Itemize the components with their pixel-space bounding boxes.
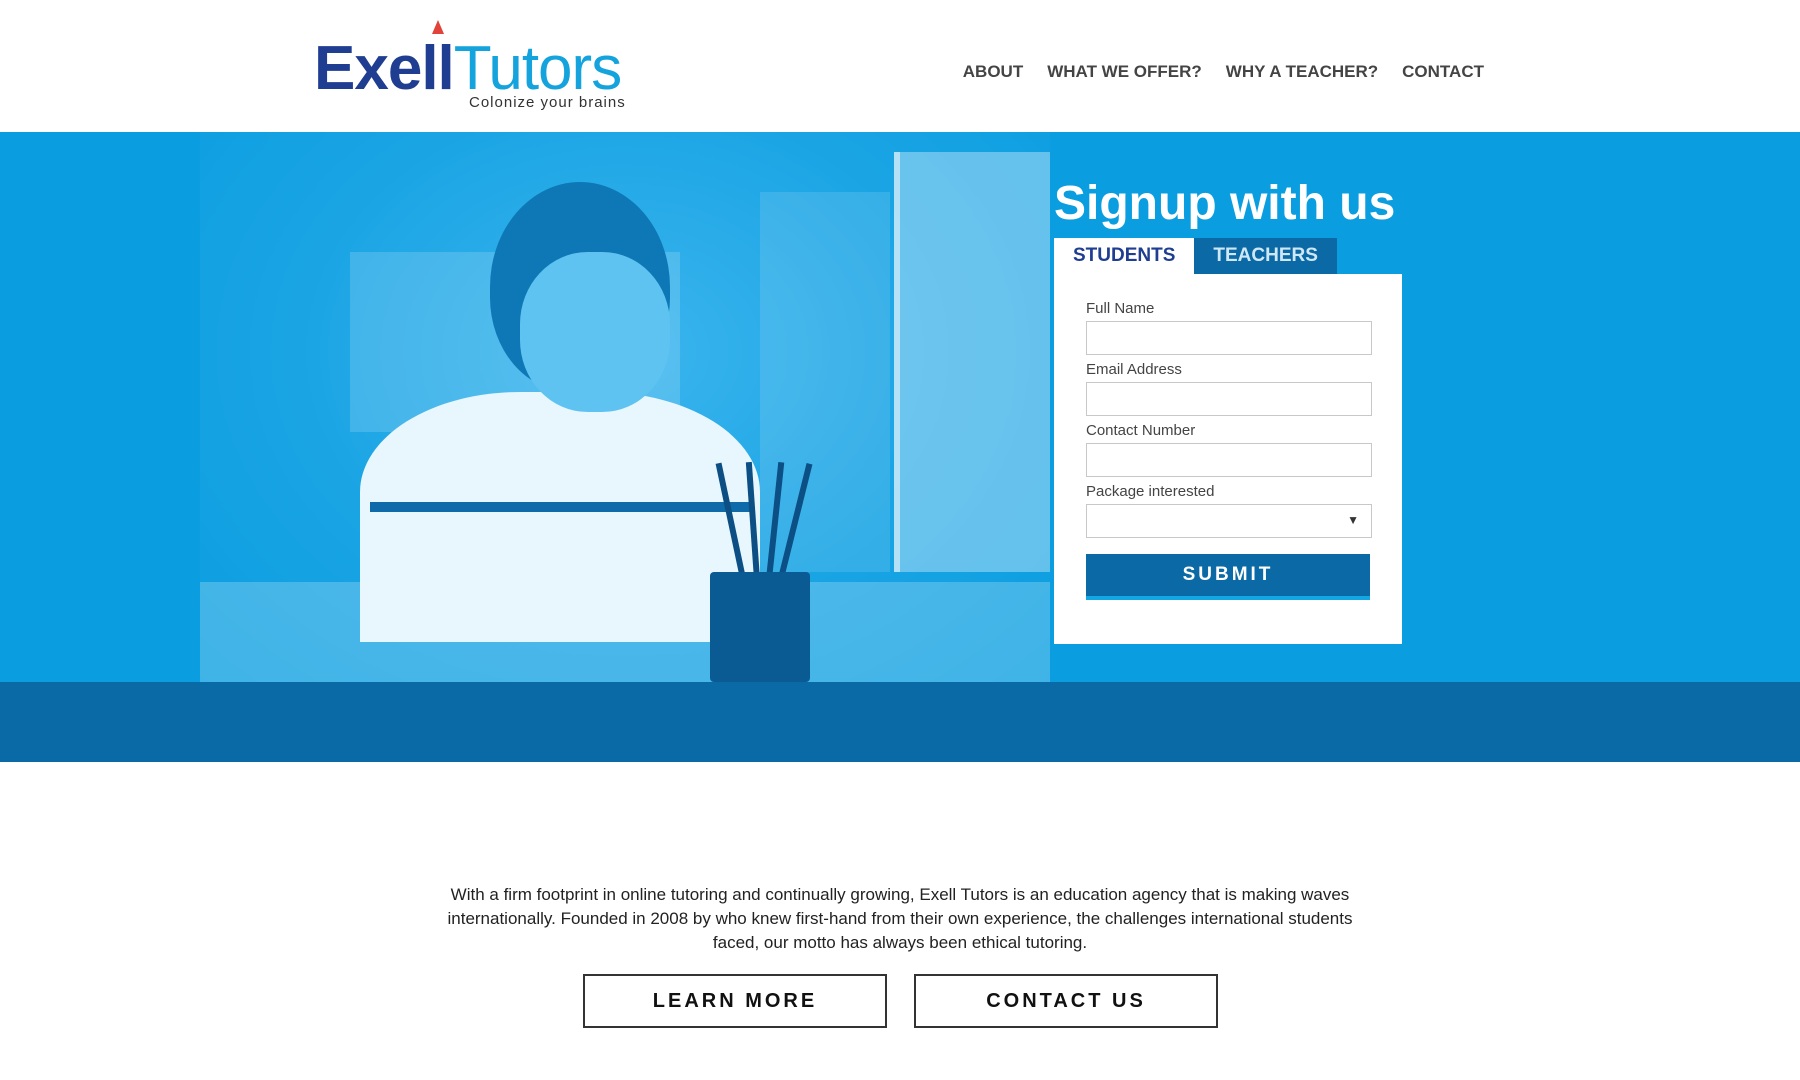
signup-title: Signup with us <box>1054 177 1396 230</box>
signup-tabs: STUDENTS TEACHERS <box>1054 238 1337 274</box>
logo-word-exell: Exell <box>314 34 455 103</box>
submit-button[interactable]: SUBMIT <box>1086 554 1370 600</box>
email-label: Email Address <box>1086 361 1182 378</box>
package-label: Package interested <box>1086 483 1215 500</box>
package-field-group: Package interested ▼ <box>1086 483 1372 538</box>
logo-wordmark: ExellTutors <box>314 34 622 103</box>
full-name-input[interactable] <box>1086 321 1372 355</box>
learn-more-button[interactable]: LEARN MORE <box>583 974 887 1028</box>
nav-about[interactable]: ABOUT <box>963 62 1023 82</box>
email-input[interactable] <box>1086 382 1372 416</box>
pencil-icon <box>432 20 444 34</box>
hero-bottom-band <box>0 682 1800 762</box>
contact-number-field-group: Contact Number <box>1086 422 1372 477</box>
tab-teachers[interactable]: TEACHERS <box>1194 238 1337 274</box>
logo-word-tutors: Tutors <box>453 34 622 103</box>
full-name-label: Full Name <box>1086 300 1155 317</box>
hero-image <box>200 132 1050 682</box>
about-text: With a firm footprint in online tutoring… <box>447 885 1353 952</box>
package-select[interactable]: ▼ <box>1086 504 1372 538</box>
contact-us-button[interactable]: CONTACT US <box>914 974 1218 1028</box>
nav-contact[interactable]: CONTACT <box>1402 62 1484 82</box>
nav-what-we-offer[interactable]: WHAT WE OFFER? <box>1047 62 1202 82</box>
contact-number-label: Contact Number <box>1086 422 1196 439</box>
email-field-group: Email Address <box>1086 361 1372 416</box>
dropdown-arrow-icon: ▼ <box>1347 513 1359 527</box>
hero-section: Signup with us STUDENTS TEACHERS Full Na… <box>0 132 1800 682</box>
nav-why-a-teacher[interactable]: WHY A TEACHER? <box>1226 62 1378 82</box>
logo-tagline: Colonize your brains <box>469 94 626 111</box>
site-header: ExellTutors Colonize your brains ABOUT W… <box>0 0 1800 132</box>
full-name-field-group: Full Name <box>1086 300 1372 355</box>
contact-number-input[interactable] <box>1086 443 1372 477</box>
signup-form: Full Name Email Address Contact Number P… <box>1054 274 1402 644</box>
tab-students[interactable]: STUDENTS <box>1054 238 1195 274</box>
main-nav: ABOUT WHAT WE OFFER? WHY A TEACHER? CONT… <box>963 62 1484 82</box>
logo[interactable]: ExellTutors Colonize your brains <box>314 20 634 115</box>
